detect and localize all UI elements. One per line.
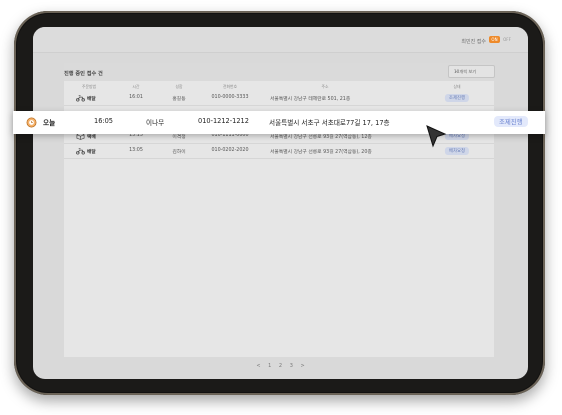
receiver-label: 최민진 접수	[461, 39, 486, 45]
row-method: 택배	[87, 135, 96, 140]
delivery-bike-icon	[76, 95, 85, 102]
page-3-button[interactable]: 3	[290, 363, 293, 369]
row-address: 서울특별시 서초구 서초대로77길 17, 17층	[269, 119, 390, 127]
row-method: 배달	[87, 150, 96, 155]
status-badge[interactable]: 조제진행	[444, 94, 470, 102]
toggle-off-button[interactable]: OFF	[502, 36, 512, 43]
chevron-down-icon: ⌄	[454, 68, 459, 74]
orders-panel: 진행 중인 접수 건 10개씩 보기 ⌄ 주문방법 시간 성함 전화번호 주소 …	[64, 63, 495, 357]
next-page-button[interactable]: >	[300, 363, 304, 369]
focused-table-row[interactable]: 오늘 16:05 이나무 010-1212-1212 서울특별시 서초구 서초대…	[13, 111, 545, 134]
row-phone: 010-0202-2020	[211, 148, 249, 153]
toggle-on-button[interactable]: ON	[489, 36, 500, 43]
pagination: < 1 2 3 >	[33, 363, 528, 369]
row-address: 서울특별시 강남구 선릉로 93길 27(역삼동), 12층	[270, 135, 372, 140]
panel-title: 진행 중인 접수 건	[64, 71, 103, 77]
mouse-cursor-icon	[426, 125, 447, 148]
status-badge[interactable]: 배차요청	[444, 147, 470, 155]
row-name: 홍길동	[172, 97, 186, 102]
row-phone: 010-0000-3333	[211, 95, 249, 100]
status-badge[interactable]: 조제진행	[494, 116, 528, 127]
top-bar: 최민진 접수 ON OFF	[33, 27, 528, 53]
page-1-button[interactable]: 1	[268, 363, 271, 369]
row-method: 오늘	[43, 119, 56, 127]
col-method: 주문방법	[82, 84, 96, 89]
col-name: 성함	[175, 84, 183, 89]
row-method: 배달	[87, 97, 96, 102]
table-row[interactable]: 배달 16:01 홍길동 010-0000-3333 서울특별시 강남구 테헤란…	[64, 91, 494, 106]
row-time: 16:05	[94, 117, 114, 125]
col-time: 시간	[132, 84, 140, 89]
sun-clock-icon	[26, 117, 37, 128]
row-name: 김하이	[172, 150, 186, 155]
row-name: 이나무	[146, 119, 165, 127]
row-phone: 010-1212-1212	[198, 117, 249, 125]
delivery-bike-icon	[76, 148, 85, 155]
per-page-select[interactable]: 10개씩 보기 ⌄	[448, 65, 495, 78]
page-2-button[interactable]: 2	[279, 363, 282, 369]
col-status: 상태	[453, 84, 461, 89]
row-address: 서울특별시 강남구 테헤란로 501, 21층	[270, 97, 351, 102]
row-name: 이격정	[172, 135, 186, 140]
col-address: 주소	[321, 84, 329, 89]
row-time: 13:05	[129, 148, 143, 153]
prev-page-button[interactable]: <	[256, 363, 260, 369]
row-time: 16:01	[129, 95, 143, 100]
app-screen: 최민진 접수 ON OFF 진행 중인 접수 건 10개씩 보기 ⌄ 주문방법 …	[33, 27, 528, 379]
col-phone: 전화번호	[223, 84, 237, 89]
row-address: 서울특별시 강남구 선릉로 93길 27(역삼동), 20층	[270, 150, 372, 155]
table-header: 주문방법 시간 성함 전화번호 주소 상태	[64, 81, 494, 91]
